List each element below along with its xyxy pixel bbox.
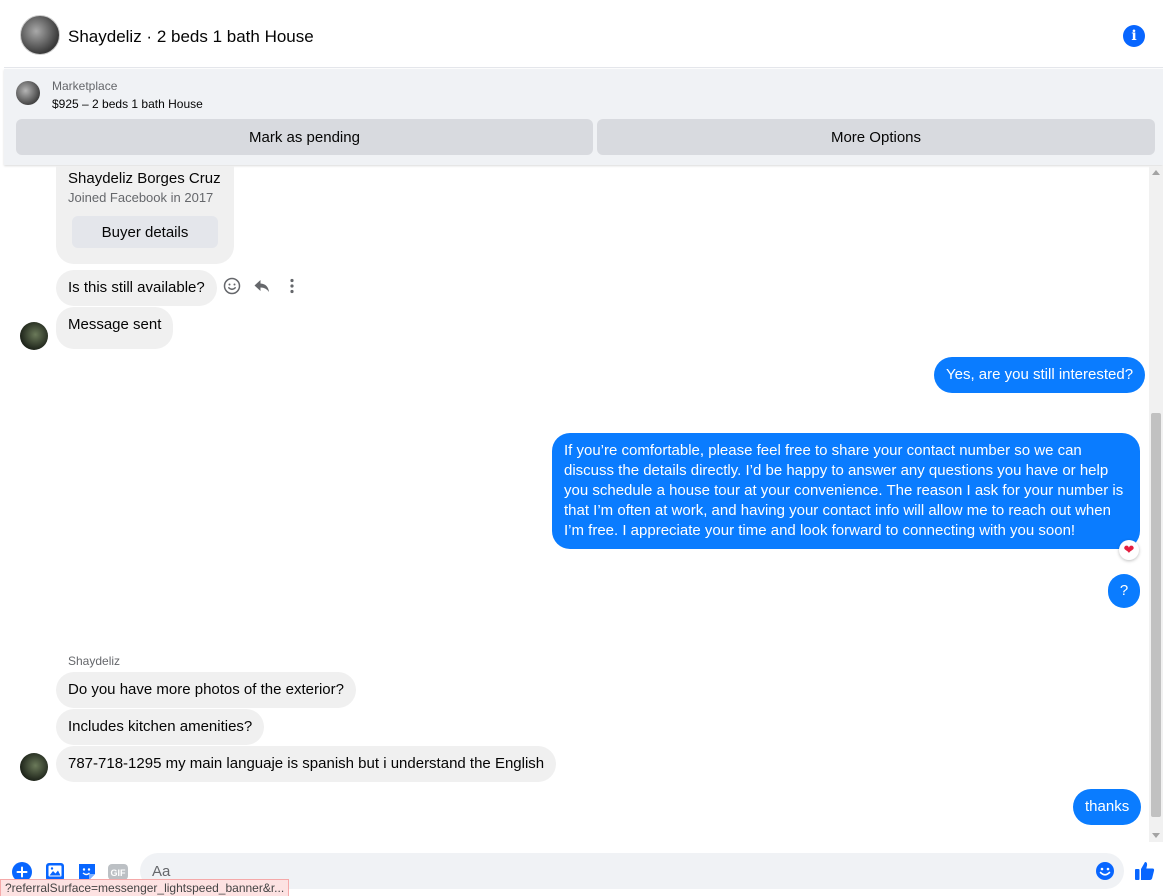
conversation-avatar[interactable] [20,15,60,55]
sender-avatar[interactable] [20,322,48,350]
svg-text:GIF: GIF [111,868,127,878]
status-bar-url: ?referralSurface=messenger_lightspeed_ba… [0,879,290,896]
thread-scrollbar[interactable] [1149,166,1163,842]
info-icon[interactable]: i [1123,25,1145,47]
sender-name: Shaydeliz [68,654,121,668]
message-bubble[interactable]: thanks [1073,789,1142,825]
scrollbar-thumb[interactable] [1151,413,1161,817]
message-thread[interactable]: Shaydeliz Borges Cruz Joined Facebook in… [0,166,1149,842]
message-actions [222,276,302,296]
smiley-icon[interactable] [222,276,242,296]
marketplace-label: Marketplace [52,79,118,93]
heart-icon[interactable]: ❤ [1119,540,1139,560]
emoji-icon[interactable] [1095,861,1115,881]
message-bubble[interactable]: Includes kitchen amenities? [56,709,265,745]
conversation-header: Shaydeliz · 2 beds 1 bath House i [4,4,1163,68]
buyer-card: Shaydeliz Borges Cruz Joined Facebook in… [56,166,234,264]
message-bubble[interactable]: 787-718-1295 my main languaje is spanish… [56,746,557,782]
buyer-details-button[interactable]: Buyer details [72,216,218,248]
listing-title[interactable]: $925 – 2 beds 1 bath House [52,97,203,111]
more-vertical-icon[interactable] [282,276,302,296]
mark-as-pending-button[interactable]: Mark as pending [16,119,593,155]
marketplace-banner: Marketplace $925 – 2 beds 1 bath House M… [4,69,1163,165]
reply-icon[interactable] [252,276,272,296]
conversation-title[interactable]: Shaydeliz · 2 beds 1 bath House [68,27,314,47]
sender-avatar[interactable] [20,753,48,781]
buyer-joined: Joined Facebook in 2017 [68,190,214,205]
message-bubble[interactable]: Is this still available? [56,270,217,306]
listing-thumbnail[interactable] [16,81,40,105]
message-bubble[interactable]: Yes, are you still interested? [934,357,1146,393]
message-bubble[interactable]: ? [1108,574,1140,608]
scroll-up-arrow[interactable] [1152,170,1160,175]
more-options-button[interactable]: More Options [597,119,1155,155]
message-bubble[interactable]: If you’re comfortable, please feel free … [552,433,1140,549]
message-bubble[interactable]: Message sent [56,307,174,349]
message-bubble[interactable]: Do you have more photos of the exterior? [56,672,356,708]
thumbs-up-icon[interactable] [1133,859,1157,883]
buyer-name: Shaydeliz Borges Cruz [68,170,221,187]
scroll-down-arrow[interactable] [1152,833,1160,838]
